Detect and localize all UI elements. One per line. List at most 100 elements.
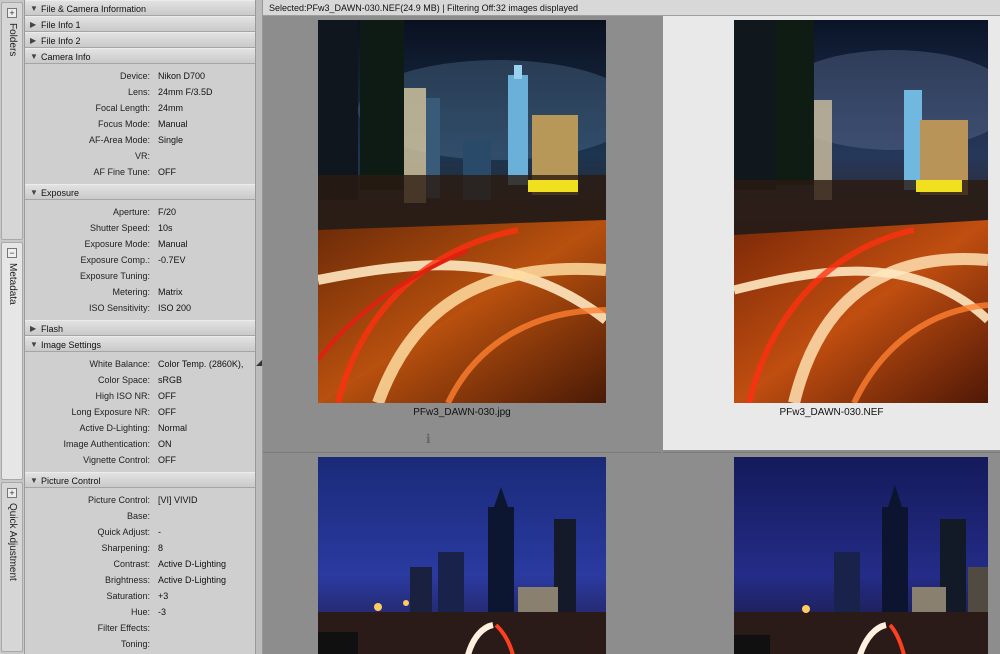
thumbnail-cell[interactable] — [263, 452, 661, 654]
section-exposure[interactable]: ▼ Exposure — [25, 184, 255, 200]
metadata-key: Device: — [119, 71, 150, 81]
metadata-row: Metering: Matrix — [25, 284, 255, 300]
expand-icon[interactable]: + — [7, 488, 17, 498]
thumbnail-cell-selected[interactable]: PFw3_DAWN-030.NEF — [663, 16, 1000, 450]
metadata-key: Saturation: — [106, 591, 150, 601]
thumbnail-cell[interactable] — [663, 452, 1000, 654]
metadata-row: Filter Effects: — [25, 620, 255, 636]
metadata-key: Lens: — [127, 87, 150, 97]
metadata-key: Brightness: — [104, 575, 150, 585]
metadata-key: Contrast: — [113, 559, 150, 569]
metadata-row: White Balance: Color Temp. (2860K), — [25, 356, 255, 372]
metadata-key: VR: — [134, 151, 150, 161]
section-file-camera-information[interactable]: ▼ File & Camera Information — [25, 0, 255, 16]
metadata-key: ISO Sensitivity: — [88, 303, 150, 313]
metadata-row: Exposure Comp.: -0.7EV — [25, 252, 255, 268]
tab-folders-label: Folders — [7, 23, 18, 57]
metadata-key: Focal Length: — [95, 103, 150, 113]
metadata-row: Brightness: Active D-Lighting — [25, 572, 255, 588]
section-title: Picture Control — [41, 476, 101, 486]
metadata-row: VR: — [25, 148, 255, 164]
thumbnail-image[interactable] — [734, 457, 988, 654]
section-title: File Info 1 — [41, 20, 81, 30]
thumbnail-cell[interactable]: PFw3_DAWN-030.jpg i — [263, 16, 661, 450]
section-file-info-1[interactable]: ▶ File Info 1 — [25, 16, 255, 32]
metadata-value: -3 — [158, 607, 167, 617]
info-icon[interactable]: i — [426, 432, 431, 446]
metadata-row: AF Fine Tune: OFF — [25, 164, 255, 180]
tab-metadata[interactable]: − Metadata — [1, 242, 23, 480]
thumbnail-filename: PFw3_DAWN-030.NEF — [779, 407, 884, 418]
metadata-key: Base: — [126, 511, 150, 521]
metadata-value: Single — [158, 135, 184, 145]
thumbnail-filename: PFw3_DAWN-030.jpg — [413, 407, 511, 418]
section-file-info-2[interactable]: ▶ File Info 2 — [25, 32, 255, 48]
metadata-key: Focus Mode: — [97, 119, 150, 129]
metadata-value: Active D-Lighting — [158, 559, 227, 569]
metadata-key: Vignette Control: — [83, 455, 150, 465]
metadata-row: Toning: — [25, 636, 255, 652]
disclosure-closed-icon[interactable]: ▶ — [30, 33, 36, 49]
metadata-row: Image Authentication: ON — [25, 436, 255, 452]
metadata-value: [VI] VIVID — [158, 495, 198, 505]
metadata-row: Focus Mode: Manual — [25, 116, 255, 132]
metadata-value: 10s — [158, 223, 173, 233]
metadata-key: AF-Area Mode: — [88, 135, 150, 145]
metadata-row: High ISO NR: OFF — [25, 388, 255, 404]
panel-splitter[interactable]: ◢ — [255, 0, 263, 654]
metadata-row: Sharpening: 8 — [25, 540, 255, 556]
section-camera-info[interactable]: ▼ Camera Info — [25, 48, 255, 64]
metadata-row: Active D-Lighting: Normal — [25, 420, 255, 436]
disclosure-open-icon[interactable]: ▼ — [30, 337, 38, 353]
metadata-row: Hue: -3 — [25, 604, 255, 620]
exposure-body: Aperture: F/20 Shutter Speed: 10s Exposure M… — [25, 200, 255, 320]
tab-folders[interactable]: + Folders — [1, 2, 23, 240]
metadata-key: Shutter Speed: — [89, 223, 150, 233]
metadata-key: Exposure Tuning: — [79, 271, 150, 281]
collapse-icon[interactable]: − — [7, 248, 17, 258]
metadata-key: Toning: — [120, 639, 150, 649]
metadata-value: Manual — [158, 119, 188, 129]
metadata-value: Normal — [158, 423, 188, 433]
metadata-value: Color Temp. (2860K), — [158, 359, 244, 369]
metadata-value: Matrix — [158, 287, 183, 297]
metadata-key: Exposure Comp.: — [80, 255, 150, 265]
metadata-value: Nikon D700 — [158, 71, 206, 81]
metadata-key: Metering: — [112, 287, 150, 297]
resize-grip-icon[interactable]: ◢ — [256, 358, 262, 367]
metadata-row: ISO Sensitivity: ISO 200 — [25, 300, 255, 316]
thumbnail-image[interactable] — [318, 457, 606, 654]
city-night-photo — [318, 20, 606, 403]
thumbnail-image[interactable] — [318, 20, 606, 403]
thumbnail-grid: PFw3_DAWN-030.jpg i PFw3_DAWN-030.NEF — [263, 16, 1000, 654]
section-picture-control[interactable]: ▼ Picture Control — [25, 472, 255, 488]
metadata-row: Aperture: F/20 — [25, 204, 255, 220]
metadata-key: White Balance: — [89, 359, 150, 369]
metadata-row: Focal Length: 24mm — [25, 100, 255, 116]
metadata-key: Color Space: — [97, 375, 150, 385]
metadata-panel: ▼ File & Camera Information ▶ File Info … — [25, 0, 255, 654]
thumbnail-image[interactable] — [734, 20, 988, 403]
metadata-value: 24mm — [158, 103, 184, 113]
disclosure-open-icon[interactable]: ▼ — [30, 1, 38, 17]
image-settings-body: White Balance: Color Temp. (2860K), Color … — [25, 352, 255, 472]
disclosure-open-icon[interactable]: ▼ — [30, 185, 38, 201]
tab-quick-adjustment[interactable]: + Quick Adjustment — [1, 482, 23, 652]
disclosure-closed-icon[interactable]: ▶ — [30, 321, 36, 337]
metadata-key: Active D-Lighting: — [79, 423, 150, 433]
disclosure-closed-icon[interactable]: ▶ — [30, 17, 36, 33]
metadata-key: Picture Control: — [87, 495, 150, 505]
status-bar: Selected:PFw3_DAWN-030.NEF(24.9 MB) | Fi… — [263, 0, 1000, 16]
metadata-key: High ISO NR: — [95, 391, 150, 401]
metadata-value: OFF — [158, 391, 176, 401]
section-image-settings[interactable]: ▼ Image Settings — [25, 336, 255, 352]
metadata-key: AF Fine Tune: — [93, 167, 150, 177]
expand-icon[interactable]: + — [7, 8, 17, 18]
section-title: File & Camera Information — [41, 4, 147, 14]
disclosure-open-icon[interactable]: ▼ — [30, 49, 38, 65]
disclosure-open-icon[interactable]: ▼ — [30, 473, 38, 489]
metadata-value: OFF — [158, 167, 176, 177]
metadata-key: Long Exposure NR: — [71, 407, 150, 417]
metadata-value: sRGB — [158, 375, 183, 385]
section-flash[interactable]: ▶ Flash — [25, 320, 255, 336]
